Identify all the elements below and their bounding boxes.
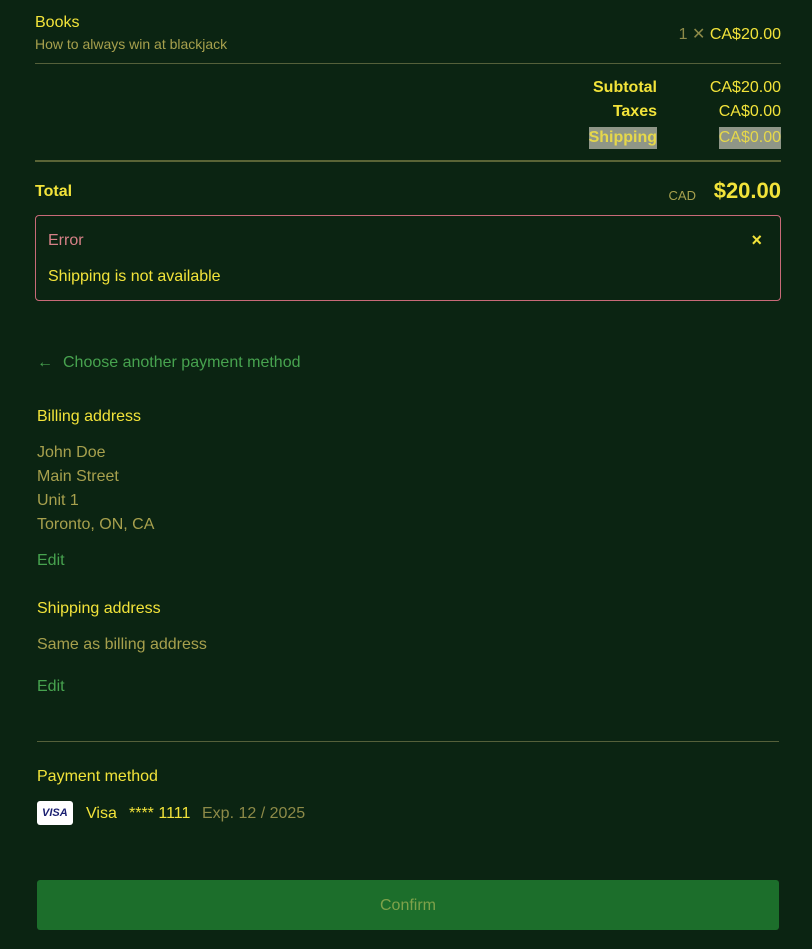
taxes-row: Taxes CA$0.00 [521, 103, 781, 127]
divider [37, 741, 779, 742]
shipping-value: CA$0.00 [718, 127, 781, 149]
arrow-left-icon: ← [37, 354, 53, 371]
shipping-same-text: Same as billing address [37, 636, 207, 653]
billing-address-title: Billing address [37, 408, 142, 425]
choose-another-payment-link[interactable]: ← Choose another payment method [37, 354, 300, 372]
taxes-label: Taxes [612, 103, 657, 120]
checkout-page: Books How to always win at blackjack 1 ✕… [0, 0, 812, 949]
payment-method-title: Payment method [37, 768, 158, 785]
item-price: CA$20.00 [709, 26, 781, 43]
item-quantity: 1 ✕ [678, 26, 706, 43]
confirm-button[interactable]: Confirm [37, 880, 779, 930]
error-message: Shipping is not available [48, 268, 221, 285]
billing-line-unit: Unit 1 [37, 492, 79, 509]
item-description: How to always win at blackjack [35, 36, 228, 52]
visa-card-icon: VISA [37, 801, 73, 825]
item-name: Books [35, 14, 80, 31]
total-value: $20.00 [713, 178, 781, 203]
close-icon[interactable]: × [751, 230, 762, 251]
billing-line-city: Toronto, ON, CA [37, 516, 155, 533]
card-brand: Visa [86, 805, 117, 822]
item-price-group: 1 ✕ CA$20.00 [679, 24, 781, 44]
shipping-label: Shipping [588, 127, 657, 149]
shipping-address-title: Shipping address [37, 600, 161, 617]
error-alert: Error × Shipping is not available [35, 215, 781, 301]
back-link-label: Choose another payment method [63, 354, 301, 371]
card-last-digits: **** 1111 [129, 805, 191, 822]
total-currency: CAD [668, 188, 696, 203]
error-title: Error [48, 232, 84, 249]
subtotal-label: Subtotal [593, 79, 657, 96]
divider [35, 63, 781, 64]
taxes-value: CA$0.00 [718, 103, 781, 120]
shipping-row: Shipping CA$0.00 [521, 127, 781, 151]
payment-card: VISA Visa **** 1111 Exp. 12 / 2025 [37, 801, 437, 827]
billing-line-name: John Doe [37, 444, 106, 461]
visa-logo-text: VISA [42, 807, 68, 819]
edit-shipping-link[interactable]: Edit [37, 678, 65, 696]
divider [35, 160, 781, 162]
edit-billing-link[interactable]: Edit [37, 552, 65, 570]
card-expiry: Exp. 12 / 2025 [202, 805, 306, 822]
cart-line-item: Books How to always win at blackjack 1 ✕… [35, 14, 781, 63]
total-label: Total [35, 183, 73, 200]
subtotal-row: Subtotal CA$20.00 [521, 79, 781, 103]
subtotal-value: CA$20.00 [709, 79, 781, 96]
billing-line-street: Main Street [37, 468, 119, 485]
